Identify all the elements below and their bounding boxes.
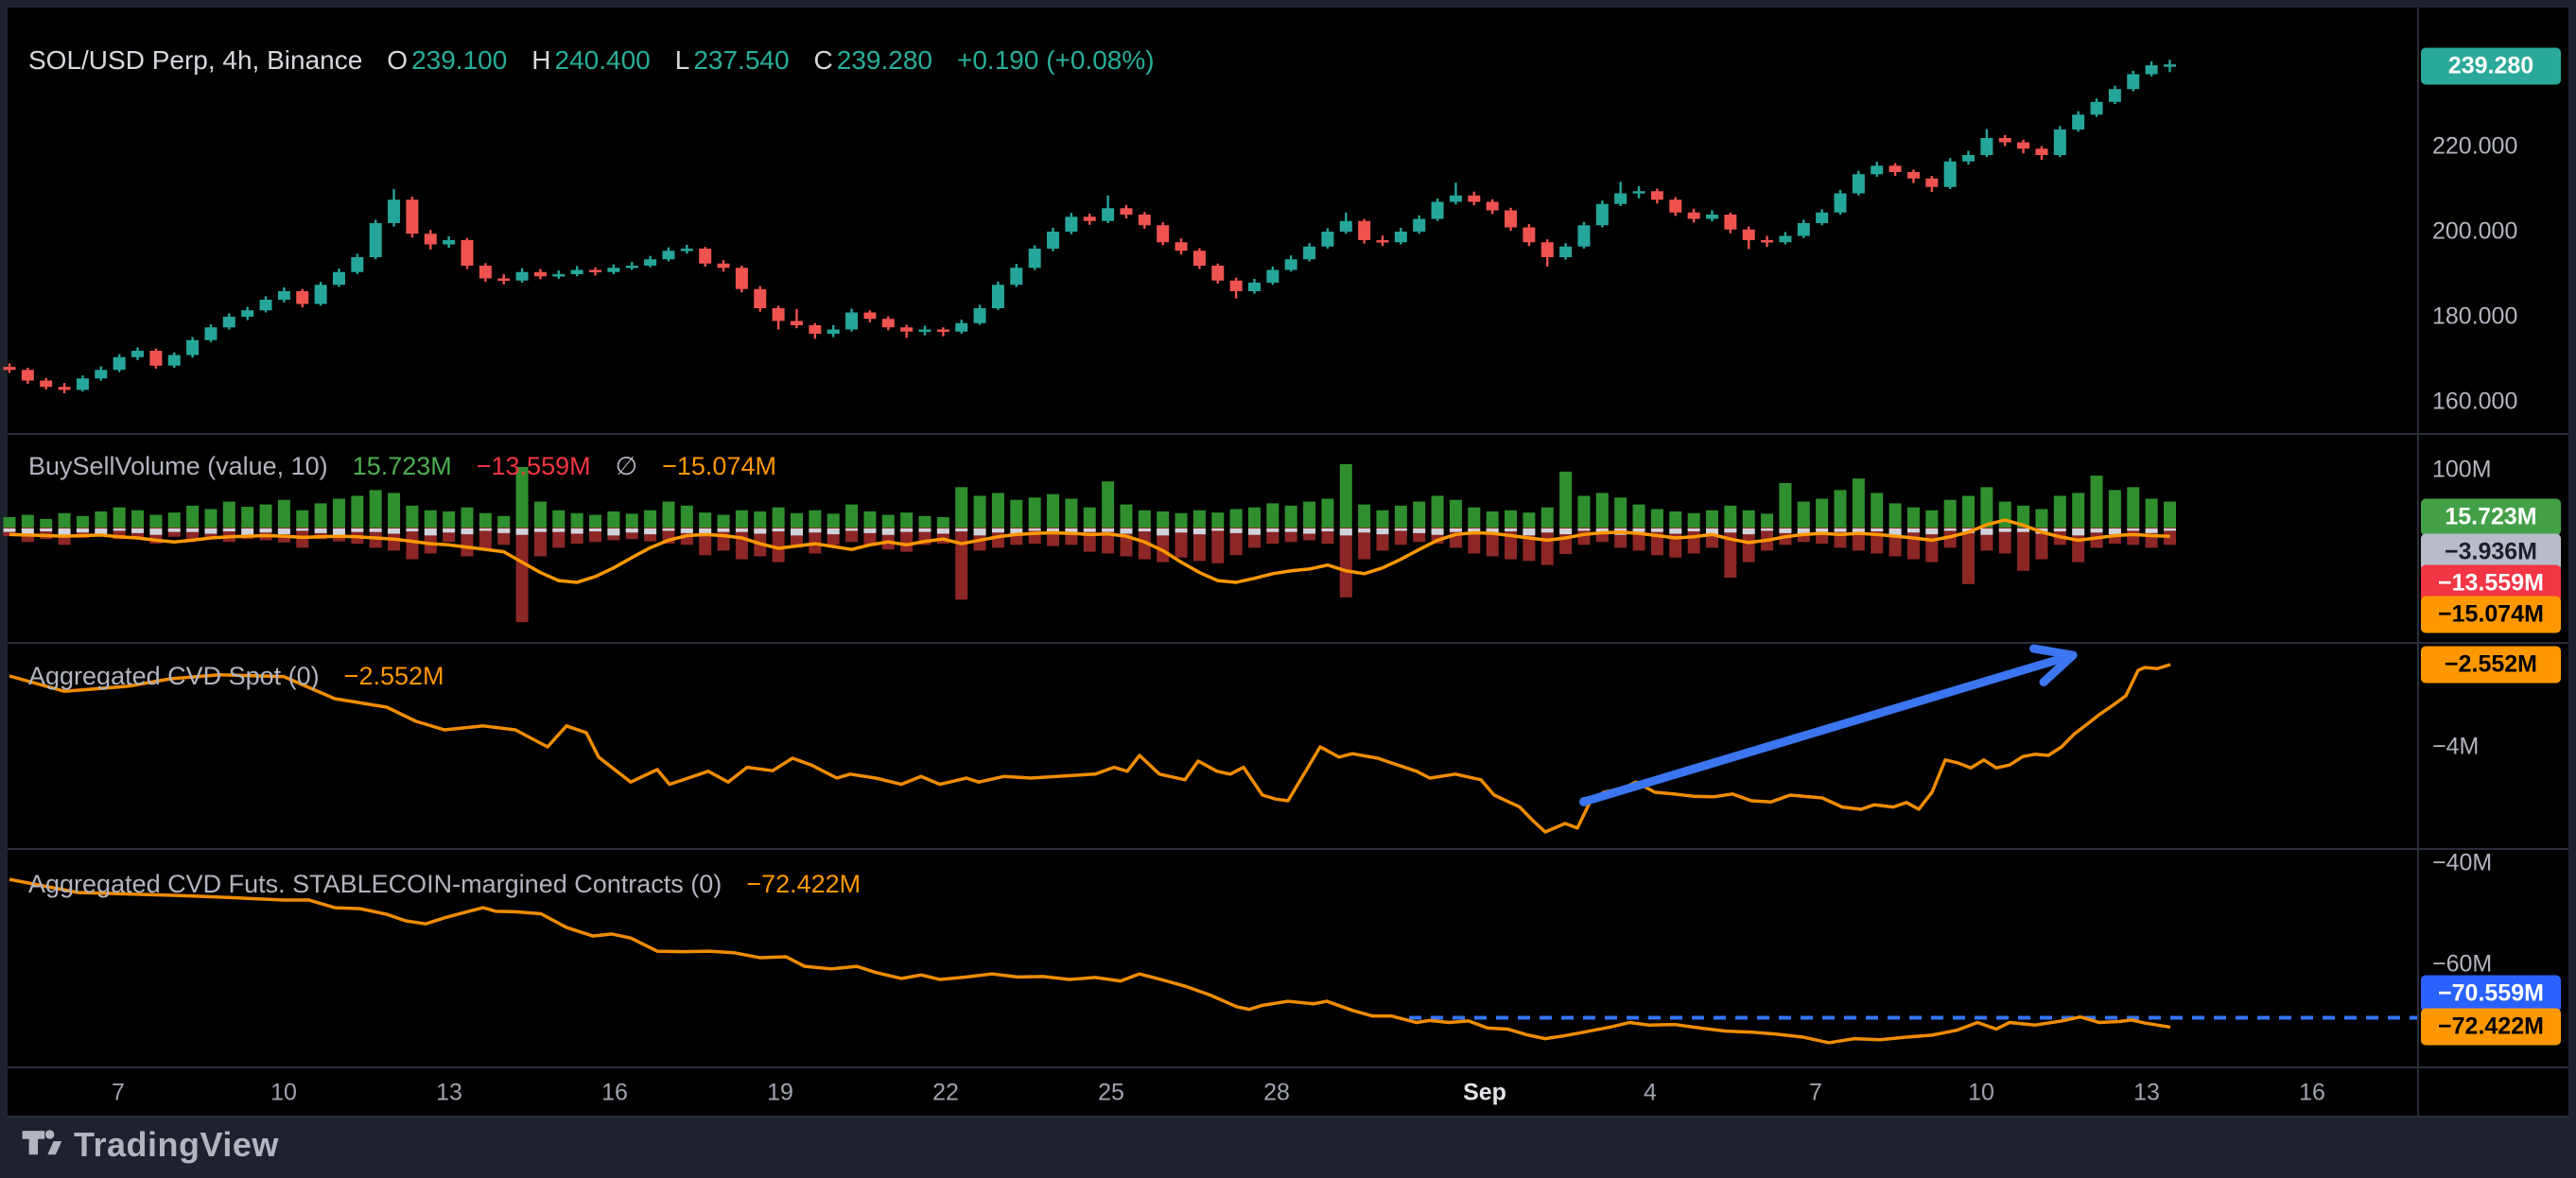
pane-separator[interactable] xyxy=(8,642,2568,644)
time-axis-label: 16 xyxy=(601,1080,628,1107)
time-axis-label: 13 xyxy=(2133,1080,2160,1107)
cvd-spot-legend[interactable]: Aggregated CVD Spot (0) −2.552M xyxy=(28,662,444,691)
chart-plot-svg[interactable] xyxy=(0,0,2576,1178)
price-axis-tick: 200.000 xyxy=(2432,218,2517,246)
cvd-futs-value: −72.422M xyxy=(746,870,861,899)
cvd_futs-axis-tick: −40M xyxy=(2432,850,2492,877)
time-axis[interactable] xyxy=(8,1070,2417,1116)
cvd_futs-axis-tick: −60M xyxy=(2432,951,2492,979)
footer-bar: TradingView xyxy=(0,1117,2576,1178)
tradingview-logo-text: TradingView xyxy=(74,1125,279,1165)
volume-value-badge: 15.723M xyxy=(2421,499,2561,536)
time-axis-label: 22 xyxy=(932,1080,959,1107)
ohlc-low: L237.540 xyxy=(675,45,790,76)
volume-axis-tick: 100M xyxy=(2432,457,2492,484)
pane-separator xyxy=(8,1066,2568,1068)
time-axis-label: 28 xyxy=(1263,1080,1290,1107)
average-symbol-icon: ∅ xyxy=(616,452,638,481)
time-axis-label: 10 xyxy=(270,1080,297,1107)
volume-bars xyxy=(4,464,2176,622)
tradingview-chart-window: SOL/USD Perp, 4h, Binance O239.100 H240.… xyxy=(0,0,2576,1178)
cvd-futs-legend[interactable]: Aggregated CVD Futs. STABLECOIN-margined… xyxy=(28,870,861,899)
time-axis-label: 4 xyxy=(1644,1080,1657,1107)
ohlc-high: H240.400 xyxy=(531,45,650,76)
time-axis-label: 19 xyxy=(767,1080,793,1107)
price-value-badge: 239.280 xyxy=(2421,48,2561,85)
ohlc-open: O239.100 xyxy=(387,45,507,76)
time-axis-label: 25 xyxy=(1098,1080,1124,1107)
volume-sell-value: −13.559M xyxy=(477,452,591,481)
ohlc-close: C239.280 xyxy=(814,45,932,76)
cvd_spot-axis-tick: −4M xyxy=(2432,734,2479,761)
right-frame xyxy=(2568,0,2576,1178)
volume-buy-value: 15.723M xyxy=(353,452,452,481)
pane-separator[interactable] xyxy=(8,848,2568,850)
symbol-legend[interactable]: SOL/USD Perp, 4h, Binance O239.100 H240.… xyxy=(28,45,1155,76)
trend-arrow-annotation xyxy=(1579,649,2073,806)
cvd-spot-value: −2.552M xyxy=(344,662,444,691)
cvd_futs-value-badge: −70.559M xyxy=(2421,976,2561,1013)
symbol-title[interactable]: SOL/USD Perp, 4h, Binance xyxy=(28,45,362,76)
volume-avg-value: −15.074M xyxy=(662,452,776,481)
price-axis-tick: 160.000 xyxy=(2432,389,2517,416)
cvd-futs-title[interactable]: Aggregated CVD Futs. STABLECOIN-margined… xyxy=(28,870,722,899)
time-axis-label: 7 xyxy=(112,1080,125,1107)
cvd_futs-value-badge: −72.422M xyxy=(2421,1009,2561,1046)
volume-indicator-legend[interactable]: BuySellVolume (value, 10) 15.723M −13.55… xyxy=(28,452,776,481)
price-axis-tick: 180.000 xyxy=(2432,303,2517,331)
volume-value-badge: −15.074M xyxy=(2421,597,2561,633)
time-axis-label: 7 xyxy=(1809,1080,1822,1107)
cvd-spot-title[interactable]: Aggregated CVD Spot (0) xyxy=(28,662,320,691)
time-axis-label: 13 xyxy=(436,1080,462,1107)
volume-indicator-title[interactable]: BuySellVolume (value, 10) xyxy=(28,452,328,481)
cvd_spot-value-badge: −2.552M xyxy=(2421,647,2561,684)
price-change: +0.190 (+0.08%) xyxy=(957,45,1155,76)
time-axis-label: 10 xyxy=(1968,1080,1994,1107)
tradingview-logo-icon xyxy=(21,1126,62,1164)
time-axis-label: 16 xyxy=(2299,1080,2325,1107)
price-axis-tick: 220.000 xyxy=(2432,133,2517,161)
pane-separator[interactable] xyxy=(8,433,2568,435)
time-axis-label: Sep xyxy=(1463,1080,1506,1107)
price-axis-border xyxy=(2417,8,2419,1116)
candles xyxy=(4,60,2176,393)
tradingview-logo[interactable]: TradingView xyxy=(21,1125,279,1165)
